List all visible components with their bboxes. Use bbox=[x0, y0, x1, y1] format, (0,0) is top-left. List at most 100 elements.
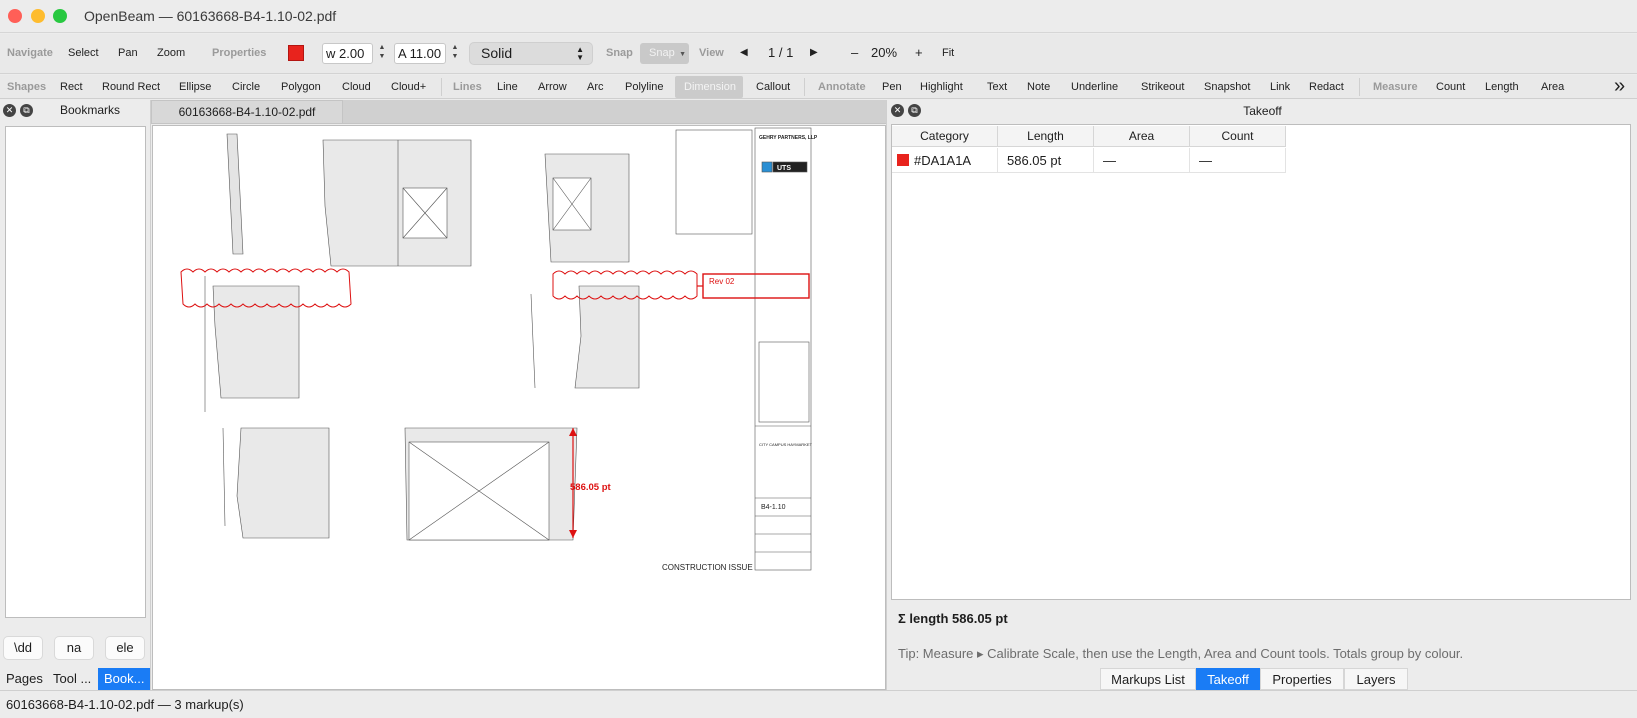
zoom-tool-button[interactable]: Zoom bbox=[157, 47, 185, 59]
status-bar: 60163668-B4-1.10-02.pdf — 3 markup(s) bbox=[0, 690, 1637, 718]
drawing-linework bbox=[204, 127, 812, 571]
tab-bookmarks[interactable]: Book... bbox=[98, 668, 150, 690]
minimize-window-button[interactable] bbox=[31, 9, 45, 23]
count-tool-button[interactable]: Count bbox=[1436, 81, 1465, 93]
navigate-group-label: Navigate bbox=[7, 47, 53, 59]
overflow-chevron-icon[interactable]: » bbox=[1614, 75, 1625, 98]
round-rect-tool-button[interactable]: Round Rect bbox=[102, 81, 160, 93]
toolbar-divider bbox=[441, 78, 442, 96]
tab-bar-filler bbox=[343, 100, 886, 124]
zoom-window-button[interactable] bbox=[53, 9, 67, 23]
link-tool-button[interactable]: Link bbox=[1270, 81, 1290, 93]
title-block-firm: GEHRY PARTNERS, LLP bbox=[759, 135, 818, 141]
document-area: 60163668-B4-1.10-02.pdf Rev 02 586.05 pt… bbox=[151, 100, 886, 690]
dimension-value-label: 586.05 pt bbox=[570, 482, 611, 493]
arrow-tool-button[interactable]: Arrow bbox=[538, 81, 567, 93]
cloud-plus-tool-button[interactable]: Cloud+ bbox=[391, 81, 426, 93]
line-style-value: Solid bbox=[481, 45, 513, 61]
fit-button[interactable]: Fit bbox=[942, 47, 954, 59]
note-tool-button[interactable]: Note bbox=[1027, 81, 1050, 93]
tab-markups-list[interactable]: Markups List bbox=[1100, 668, 1196, 690]
pen-tool-button[interactable]: Pen bbox=[882, 81, 902, 93]
add-bookmark-button[interactable]: \dd bbox=[4, 637, 42, 659]
prev-page-button[interactable]: ◀ bbox=[740, 47, 748, 58]
stroke-width-input[interactable]: w 2.00 bbox=[322, 43, 373, 64]
title-block-project: CITY CAMPUS HAYMARKET bbox=[759, 442, 813, 447]
column-header[interactable]: Category bbox=[892, 126, 998, 147]
drawing-canvas[interactable]: Rev 02 586.05 pt CONSTRUCTION ISSUE GEHR… bbox=[153, 126, 887, 691]
rename-bookmark-button[interactable]: na bbox=[55, 637, 93, 659]
dimension-tool-button[interactable]: Dimension bbox=[684, 81, 736, 93]
area-cell: — bbox=[1094, 148, 1190, 173]
stroke-width-stepper-icon[interactable]: ▲ ▼ bbox=[377, 43, 387, 64]
text-tool-button[interactable]: Text bbox=[987, 81, 1007, 93]
measure-group-label: Measure bbox=[1373, 81, 1418, 93]
snap-button-label: Snap bbox=[649, 47, 675, 59]
annotate-group-label: Annotate bbox=[818, 81, 866, 93]
column-header[interactable]: Area bbox=[1094, 126, 1190, 147]
cloud-tool-button[interactable]: Cloud bbox=[342, 81, 371, 93]
construction-issue-stamp: CONSTRUCTION ISSUE bbox=[662, 563, 753, 572]
main-toolbar: Navigate Select Pan Zoom Properties w 2.… bbox=[0, 34, 1637, 74]
opacity-stepper-icon[interactable]: ▲ ▼ bbox=[450, 43, 460, 64]
category-color-swatch bbox=[897, 154, 909, 166]
tab-properties[interactable]: Properties bbox=[1260, 668, 1344, 690]
panel-title: Takeoff bbox=[1243, 104, 1282, 118]
line-tool-button[interactable]: Line bbox=[497, 81, 518, 93]
takeoff-table[interactable]: Category Length Area Count #DA1A1A 586.0… bbox=[891, 124, 1631, 600]
bookmark-list[interactable] bbox=[5, 126, 146, 618]
document-tab[interactable]: 60163668-B4-1.10-02.pdf bbox=[151, 100, 343, 124]
snapshot-tool-button[interactable]: Snapshot bbox=[1204, 81, 1250, 93]
pan-tool-button[interactable]: Pan bbox=[118, 47, 138, 59]
column-header[interactable]: Count bbox=[1190, 126, 1286, 147]
snap-group-label: Snap bbox=[606, 47, 633, 59]
shapes-group-label: Shapes bbox=[7, 81, 47, 93]
tools-toolbar: Shapes Rect Round Rect Ellipse Circle Po… bbox=[0, 75, 1637, 99]
circle-tool-button[interactable]: Circle bbox=[232, 81, 260, 93]
delete-bookmark-button[interactable]: ele bbox=[106, 637, 144, 659]
tab-takeoff[interactable]: Takeoff bbox=[1196, 668, 1260, 690]
drawing-sheet[interactable]: Rev 02 586.05 pt CONSTRUCTION ISSUE GEHR… bbox=[152, 125, 886, 690]
opacity-input[interactable]: A 11.00 bbox=[394, 43, 446, 64]
select-tool-button[interactable]: Select bbox=[68, 47, 99, 59]
toolbar-divider bbox=[804, 78, 805, 96]
float-panel-icon[interactable]: ⧉ bbox=[20, 104, 33, 117]
length-tool-button[interactable]: Length bbox=[1485, 81, 1519, 93]
redact-tool-button[interactable]: Redact bbox=[1309, 81, 1344, 93]
close-window-button[interactable] bbox=[8, 9, 22, 23]
takeoff-tip: Tip: Measure ▸ Calibrate Scale, then use… bbox=[898, 646, 1464, 661]
window-title: OpenBeam — 60163668-B4-1.10-02.pdf bbox=[84, 8, 337, 24]
line-style-select[interactable]: Solid ▲ ▼ bbox=[469, 42, 593, 65]
color-swatch-button[interactable] bbox=[288, 45, 304, 61]
zoom-in-button[interactable]: + bbox=[915, 45, 923, 60]
tab-layers[interactable]: Layers bbox=[1344, 668, 1408, 690]
callout-tool-button[interactable]: Callout bbox=[756, 81, 790, 93]
panel-title: Bookmarks bbox=[59, 103, 121, 117]
properties-group-label: Properties bbox=[212, 47, 267, 59]
underline-tool-button[interactable]: Underline bbox=[1071, 81, 1118, 93]
strikeout-tool-button[interactable]: Strikeout bbox=[1141, 81, 1184, 93]
rev-callout-text: Rev 02 bbox=[709, 277, 735, 286]
next-page-button[interactable]: ▶ bbox=[810, 47, 818, 58]
tab-tool-chest[interactable]: Tool ... bbox=[47, 668, 97, 690]
ellipse-tool-button[interactable]: Ellipse bbox=[179, 81, 211, 93]
title-block-client-logo: UTS bbox=[777, 165, 791, 172]
highlight-tool-button[interactable]: Highlight bbox=[920, 81, 963, 93]
tab-pages[interactable]: Pages bbox=[0, 668, 47, 690]
toolbar-divider bbox=[1359, 78, 1360, 96]
polygon-tool-button[interactable]: Polygon bbox=[281, 81, 321, 93]
snap-toggle-button[interactable]: Snap ▼ bbox=[640, 43, 689, 64]
arc-tool-button[interactable]: Arc bbox=[587, 81, 604, 93]
zoom-out-button[interactable]: – bbox=[851, 45, 858, 60]
area-tool-button[interactable]: Area bbox=[1541, 81, 1564, 93]
title-bar: OpenBeam — 60163668-B4-1.10-02.pdf bbox=[0, 0, 1637, 33]
length-cell: 586.05 pt bbox=[998, 148, 1094, 173]
column-header[interactable]: Length bbox=[998, 126, 1094, 147]
length-total: Σ length 586.05 pt bbox=[898, 611, 1008, 626]
rect-tool-button[interactable]: Rect bbox=[60, 81, 83, 93]
lines-group-label: Lines bbox=[453, 81, 482, 93]
bookmarks-panel: ✕ ⧉ Bookmarks \dd na ele Pages Tool ... … bbox=[0, 100, 151, 690]
polyline-tool-button[interactable]: Polyline bbox=[625, 81, 664, 93]
chevron-updown-icon: ▲ ▼ bbox=[576, 45, 584, 62]
close-panel-icon[interactable]: ✕ bbox=[3, 104, 16, 117]
